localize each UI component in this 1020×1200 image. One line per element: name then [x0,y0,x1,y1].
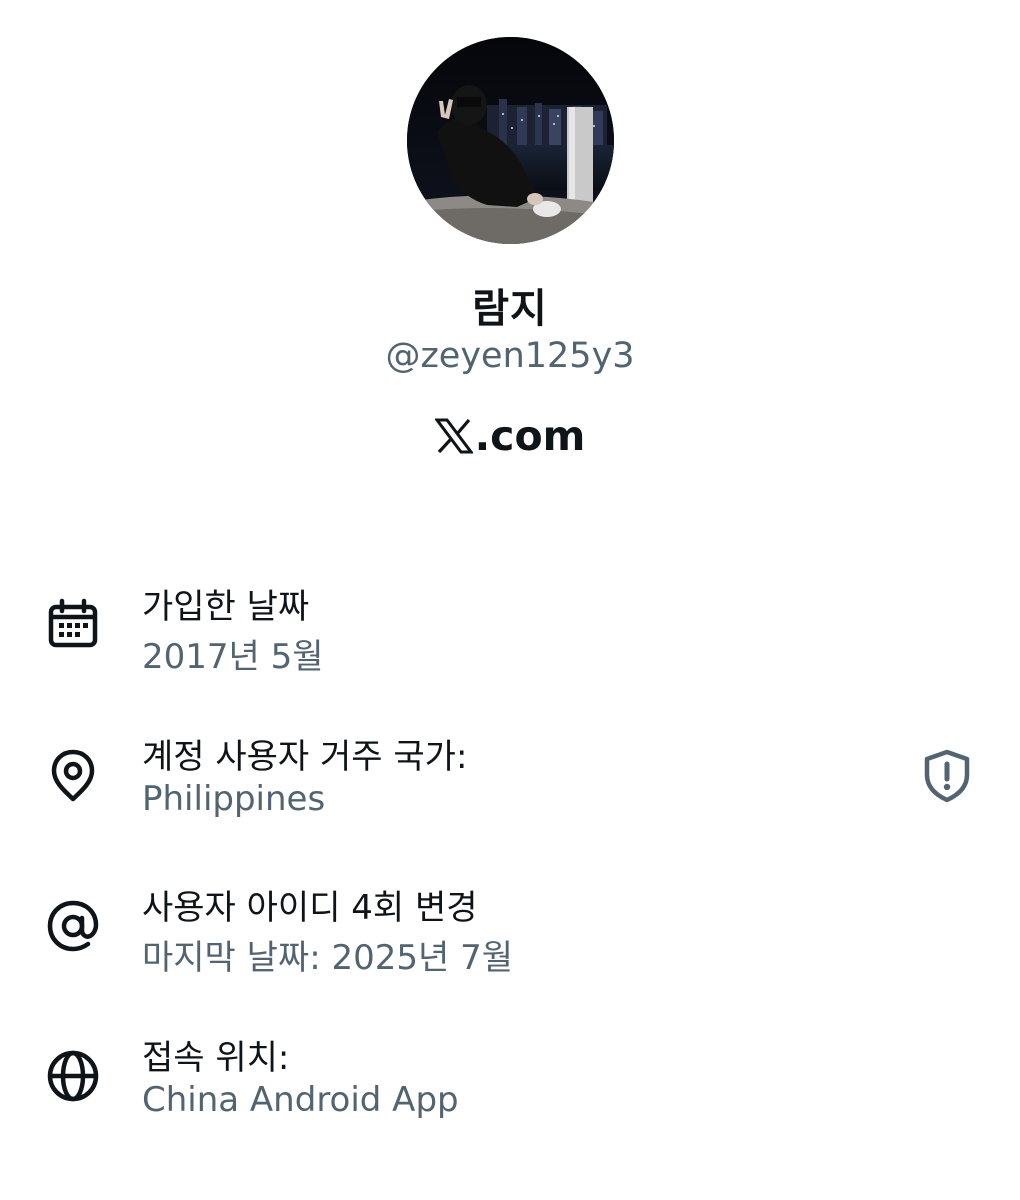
info-row-username-changes: 사용자 아이디 4회 변경 마지막 날짜: 2025년 7월 [0,876,1020,986]
country-value: Philippines [142,779,326,819]
calendar-icon [45,597,101,653]
username-handle: @zeyen125y3 [385,336,635,376]
globe-icon [45,1048,101,1104]
at-sign-icon [45,898,101,954]
location-pin-icon [45,747,101,803]
info-row-country: 계정 사용자 거주 국가: Philippines [0,725,1020,835]
country-title: 계정 사용자 거주 국가: [142,737,468,777]
site-link[interactable]: .com [0,412,1020,460]
join-date-value: 2017년 5월 [142,637,324,677]
username-changes-value: 마지막 날짜: 2025년 7월 [142,938,513,978]
info-row-join-date: 가입한 날짜 2017년 5월 [0,575,1020,685]
avatar[interactable] [407,37,614,244]
avatar-photo [407,37,614,244]
x-logo-icon [434,418,473,454]
site-label: .com [474,412,586,460]
username-changes-title: 사용자 아이디 4회 변경 [142,888,478,928]
shield-alert-icon[interactable] [920,749,974,803]
join-date-title: 가입한 날짜 [142,587,310,627]
about-account-page: 람지 @zeyen125y3 .com 가입한 날짜 2017년 5월 계정 사… [0,0,1020,1200]
connected-via-value: China Android App [142,1080,459,1120]
display-name: 람지 [472,286,548,332]
info-row-connected-via: 접속 위치: China Android App [0,1026,1020,1136]
connected-via-title: 접속 위치: [142,1038,290,1078]
